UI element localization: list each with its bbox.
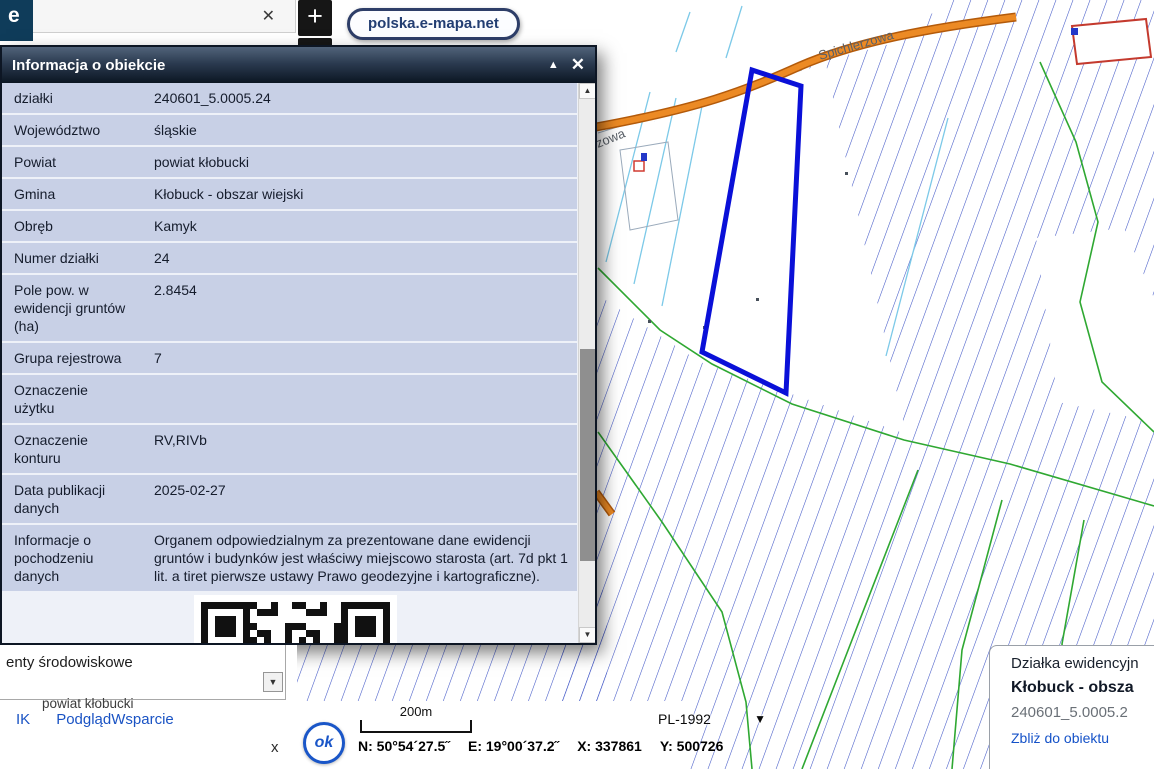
parcel-info-panel: Działka ewidencyjn Kłobuck - obsza 24060… <box>989 645 1154 769</box>
qr-code <box>194 595 397 643</box>
row-value: RV,RIVb <box>154 431 577 449</box>
ok-button[interactable]: ok <box>303 722 345 764</box>
row-label: Województwo <box>14 121 154 139</box>
row-label: Informacje o pochodzeniu danych <box>14 531 154 585</box>
row-value: 2.8454 <box>154 281 577 299</box>
table-row: Obręb Kamyk <box>2 211 577 241</box>
row-value: 24 <box>154 249 577 267</box>
statusbar-background <box>297 701 690 769</box>
row-label: Numer działki <box>14 249 154 267</box>
dialog-header[interactable]: Informacja o obiekcie ▲ ✕ <box>2 47 595 83</box>
row-label: Oznaczenie konturu <box>14 431 154 467</box>
layers-list: enty środowiskowe ▼ <box>0 645 286 700</box>
panel-header-strip: ✕ <box>33 0 296 33</box>
row-value: Kłobuck - obszar wiejski <box>154 185 577 203</box>
crs-selector[interactable]: PL-1992 ▼ <box>658 711 766 727</box>
table-row: Numer działki 24 <box>2 243 577 273</box>
row-label: Data publikacji danych <box>14 481 154 517</box>
left-sidebar-bottom: enty środowiskowe ▼ powiat kłobucki IK Po… <box>0 645 297 769</box>
coord-x: X: 337861 <box>577 738 642 754</box>
row-value: 2025-02-27 <box>154 481 577 499</box>
table-row: Powiat powiat kłobucki <box>2 147 577 177</box>
table-row: Oznaczenie użytku <box>2 375 577 423</box>
row-label: Powiat <box>14 153 154 171</box>
table-row: Oznaczenie konturu RV,RIVb <box>2 425 577 473</box>
row-label: Pole pow. w ewidencji gruntów (ha) <box>14 281 154 335</box>
crs-label: PL-1992 <box>658 711 711 727</box>
app-window: Spichlerzowa zowa e ✕ + polska.e-mapa.ne… <box>0 0 1154 769</box>
logo-corner: e <box>0 0 33 41</box>
close-icon[interactable]: ✕ <box>262 6 275 26</box>
footer-link[interactable]: Wsparcie <box>111 711 174 728</box>
dialog-scrollbar[interactable]: ▲ ▼ <box>578 83 595 643</box>
row-value: powiat kłobucki <box>154 153 577 171</box>
attribute-table: działki 240601_5.0005.24 Województwo ślą… <box>2 83 577 591</box>
scrollbar-thumb[interactable] <box>580 349 595 561</box>
table-row: Grupa rejestrowa 7 <box>2 343 577 373</box>
row-value: 7 <box>154 349 577 367</box>
row-value: 240601_5.0005.24 <box>154 89 577 107</box>
chevron-down-icon: ▼ <box>754 712 766 726</box>
row-value: śląskie <box>154 121 577 139</box>
coordinates-readout: N: 50°54´27.5˝ E: 19°00´37.2˝ X: 337861 … <box>358 738 723 754</box>
scroll-down-icon[interactable]: ▼ <box>579 627 595 643</box>
row-label: Gmina <box>14 185 154 203</box>
coord-e: E: 19°00´37.2˝ <box>468 738 559 754</box>
row-label: Grupa rejestrowa <box>14 349 154 367</box>
close-x[interactable]: x <box>271 739 279 756</box>
scroll-up-icon[interactable]: ▲ <box>579 83 595 99</box>
footer-link[interactable]: Podgląd <box>56 711 111 728</box>
table-row: Data publikacji danych 2025-02-27 <box>2 475 577 523</box>
scale-label: 200m <box>360 704 472 719</box>
row-value: Kamyk <box>154 217 577 235</box>
row-label: Oznaczenie użytku <box>14 381 154 417</box>
coord-n: N: 50°54´27.5˝ <box>358 738 450 754</box>
close-icon[interactable]: ✕ <box>571 55 585 75</box>
scroll-down-icon[interactable]: ▼ <box>263 672 283 692</box>
footer-links: IK PodglądWsparcie <box>2 711 174 728</box>
table-row: Pole pow. w ewidencji gruntów (ha) 2.845… <box>2 275 577 341</box>
dialog-body: działki 240601_5.0005.24 Województwo ślą… <box>2 83 595 643</box>
row-value: Organem odpowiedzialnym za prezentowane … <box>154 531 577 585</box>
footer-link[interactable]: IK <box>16 711 30 728</box>
partial-option-text: powiat kłobucki <box>42 696 134 712</box>
parcel-type: Działka ewidencyjn <box>1011 655 1154 672</box>
collapse-icon[interactable]: ▲ <box>548 59 559 71</box>
row-label: Obręb <box>14 217 154 235</box>
parcel-location: Kłobuck - obsza <box>1011 679 1154 697</box>
object-info-dialog: Informacja o obiekcie ▲ ✕ działki 240601… <box>0 45 597 645</box>
dialog-title: Informacja o obiekcie <box>12 57 165 74</box>
row-label: działki <box>14 89 154 107</box>
site-badge[interactable]: polska.e-mapa.net <box>347 8 520 40</box>
zoom-to-object-link[interactable]: Zbliż do obiektu <box>1011 730 1154 746</box>
table-row: Gmina Kłobuck - obszar wiejski <box>2 179 577 209</box>
parcel-id: 240601_5.0005.2 <box>1011 704 1154 721</box>
table-row: Informacje o pochodzeniu danych Organem … <box>2 525 577 591</box>
building-outline <box>1071 19 1151 64</box>
zoom-in-button[interactable]: + <box>298 0 332 36</box>
layer-item[interactable]: enty środowiskowe <box>6 654 133 671</box>
scale-bar: 200m <box>360 704 472 733</box>
coord-y: Y: 500726 <box>660 738 724 754</box>
table-row: działki 240601_5.0005.24 <box>2 83 577 113</box>
scale-bracket <box>360 720 472 733</box>
table-row: Województwo śląskie <box>2 115 577 145</box>
